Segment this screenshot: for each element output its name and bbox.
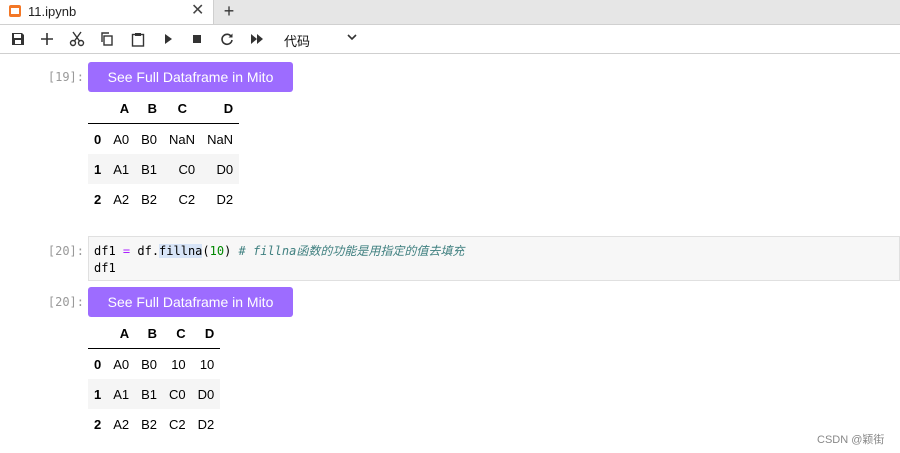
close-tab-icon[interactable]: ✕ (191, 1, 204, 21)
table-cell: B2 (141, 191, 158, 207)
stop-icon (193, 35, 201, 43)
table-cell: D0 (216, 161, 234, 177)
code-comment: # fillna函数的功能是用指定的值去填充 (238, 244, 465, 258)
table-cell: D0 (197, 386, 215, 402)
table-cell: C0 (178, 161, 196, 177)
code-line: df1 (94, 261, 116, 275)
row-index: 2 (94, 191, 102, 207)
insert-cell-button[interactable] (37, 29, 57, 49)
scissors-icon (69, 31, 85, 47)
interrupt-button[interactable] (187, 29, 207, 49)
column-header: B (135, 318, 164, 349)
column-header (88, 93, 108, 124)
tab-title: 11.ipynb (28, 4, 77, 19)
table-cell: B2 (141, 416, 158, 432)
table-row: 0 A0 B0 10 10 (88, 348, 221, 379)
table-cell: A1 (113, 161, 130, 177)
column-header: A (107, 318, 136, 349)
table-row: 1 A1 B1 C0 D0 (88, 154, 240, 184)
table-row: 2 A2 B2 C2 D2 (88, 184, 240, 214)
table-cell: A2 (113, 191, 130, 207)
save-button[interactable] (8, 29, 28, 49)
watermark: CSDN @颖街 (817, 434, 885, 446)
tab-bar: 11.ipynb ✕ + (0, 0, 900, 25)
run-button[interactable] (158, 29, 178, 49)
table-cell: D2 (197, 416, 215, 432)
chevron-down-icon[interactable] (346, 31, 358, 43)
plus-icon (41, 33, 53, 45)
table-cell: C2 (178, 191, 196, 207)
table-cell: A0 (113, 356, 130, 372)
new-tab-button[interactable]: + (218, 0, 240, 24)
table-cell: B1 (141, 386, 158, 402)
output-prompt: [20]: (47, 295, 84, 309)
table-cell: B0 (141, 131, 158, 147)
column-header: C (163, 318, 192, 349)
table-cell: 10 (199, 356, 215, 372)
table-cell: B1 (141, 161, 158, 177)
fast-forward-icon (251, 34, 263, 44)
row-index: 0 (94, 356, 102, 372)
input-prompt: [20]: (47, 244, 84, 258)
table-row: 2 A2 B2 C2 D2 (88, 409, 221, 439)
table-cell: A1 (113, 386, 130, 402)
column-header: A (107, 93, 136, 124)
notebook-tab[interactable]: 11.ipynb ✕ (0, 0, 214, 24)
table-cell: B0 (141, 356, 158, 372)
column-header: D (201, 93, 240, 124)
dataframe-table: A B C D 0 A0 B0 10 10 1 A1 B1 C0 D0 2 A2… (88, 318, 221, 439)
selected-text: fillna (159, 244, 203, 258)
restart-button[interactable] (217, 29, 237, 49)
notebook-icon (9, 5, 21, 17)
table-cell: A0 (113, 131, 130, 147)
save-icon (12, 33, 24, 45)
table-cell: C2 (169, 416, 186, 432)
mito-button[interactable]: See Full Dataframe in Mito (88, 62, 293, 92)
paste-button[interactable] (128, 29, 148, 49)
refresh-icon (221, 33, 233, 46)
restart-run-all-button[interactable] (247, 29, 267, 49)
row-index: 0 (94, 131, 102, 147)
copy-icon (101, 32, 113, 46)
table-row: 1 A1 B1 C0 D0 (88, 379, 221, 409)
table-cell: D2 (216, 191, 234, 207)
notebook-toolbar: 代码 (0, 25, 900, 54)
code-line: df1 = df.fillna(10) # fillna函数的功能是用指定的值去… (94, 244, 465, 258)
row-index: 1 (94, 386, 102, 402)
dataframe-table: A B C D 0 A0 B0 NaN NaN 1 A1 B1 C0 D0 2 … (88, 93, 240, 214)
copy-button[interactable] (97, 29, 117, 49)
column-header (88, 318, 108, 349)
clipboard-icon (131, 32, 145, 47)
table-cell: NaN (169, 131, 196, 147)
table-cell: NaN (207, 131, 234, 147)
column-header: C (163, 93, 202, 124)
table-row: 0 A0 B0 NaN NaN (88, 123, 240, 154)
row-index: 2 (94, 416, 102, 432)
cut-button[interactable] (67, 29, 87, 49)
play-icon (165, 34, 172, 44)
column-header: B (135, 93, 164, 124)
output-prompt: [19]: (47, 70, 84, 84)
mito-button[interactable]: See Full Dataframe in Mito (88, 287, 293, 317)
table-cell: 10 (171, 356, 186, 372)
cell-type-select[interactable]: 代码 (284, 31, 310, 50)
row-index: 1 (94, 161, 102, 177)
column-header: D (191, 318, 221, 349)
code-editor[interactable]: df1 = df.fillna(10) # fillna函数的功能是用指定的值去… (88, 236, 900, 281)
table-cell: A2 (113, 416, 130, 432)
table-cell: C0 (169, 386, 186, 402)
